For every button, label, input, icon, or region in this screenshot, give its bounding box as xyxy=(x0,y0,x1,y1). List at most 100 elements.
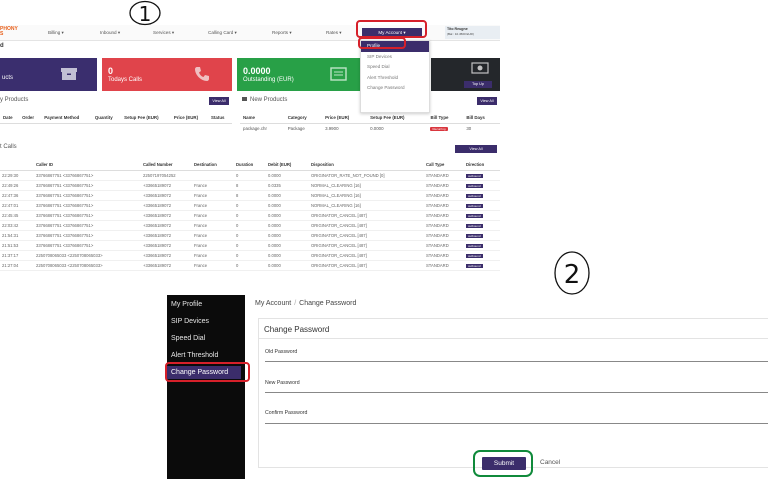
menu-alert-threshold[interactable]: Alert Threshold xyxy=(361,73,429,84)
table-header-row: Name Category Price (EUR) Setup Fee (EUR… xyxy=(240,112,500,124)
direction-badge: outbound xyxy=(466,193,483,198)
table-row[interactable]: 22:45:45 33766867751 <33766867751> +336651… xyxy=(0,210,500,221)
col-bill-days[interactable]: Bill Days xyxy=(463,112,500,124)
col-quantity[interactable]: Quantity xyxy=(91,112,122,124)
cell-time: 21:51:53 xyxy=(0,240,34,251)
cell-called-number: +33665189072 xyxy=(141,260,192,271)
nav-rates[interactable]: Rates ▾ xyxy=(326,30,342,36)
col-disposition[interactable]: Disposition xyxy=(309,160,424,171)
col-time[interactable] xyxy=(0,160,34,171)
cell-caller-id: 33766867751 <33766867751> xyxy=(34,210,141,221)
confirm-password-input[interactable] xyxy=(265,423,768,424)
table-row[interactable]: 22:47:36 33766867751 <33766867751> +336651… xyxy=(0,190,500,201)
col-date[interactable]: Date xyxy=(0,112,20,124)
table-row[interactable]: package.chr Package 3.9900 0.0000 Recurr… xyxy=(240,123,500,134)
top-up-button[interactable]: Top Up xyxy=(464,81,492,88)
table-header-row: Date Order Payment Method Quantity Setup… xyxy=(0,112,232,124)
nav-billing[interactable]: Billing ▾ xyxy=(48,30,64,36)
table-row[interactable]: 21:37:17 2250708065033 <2250708065033> +33… xyxy=(0,250,500,261)
table-row[interactable]: 21:54:31 33766867751 <33766867751> +336651… xyxy=(0,230,500,241)
col-destination[interactable]: Destination xyxy=(192,160,234,171)
col-called-number[interactable]: Called Number xyxy=(141,160,192,171)
tile-top-up[interactable]: Top Up xyxy=(431,58,500,91)
new-password-input[interactable] xyxy=(265,392,768,393)
cell-direction: outbound xyxy=(464,230,500,241)
recent-calls-title: t Calls xyxy=(0,144,17,150)
nav-services[interactable]: Services ▾ xyxy=(153,30,174,36)
page-heading: d xyxy=(0,43,4,49)
cell-disposition: NORMAL_CLEARING [16] xyxy=(309,200,424,211)
nav-reports[interactable]: Reports ▾ xyxy=(272,30,292,36)
breadcrumb-my-account[interactable]: My Account xyxy=(255,300,291,307)
cell-disposition: ORIGINATOR_RATE_NOT_FOUND [0] xyxy=(309,170,424,181)
table-header-row: Caller ID Called Number Destination Dura… xyxy=(0,160,500,171)
my-products-view-all[interactable]: View All xyxy=(209,97,229,105)
cell-time: 21:37:17 xyxy=(0,250,34,261)
tile-products-label: ucts xyxy=(2,75,14,81)
recent-calls-view-all[interactable]: View All xyxy=(455,145,497,153)
tile-todays-calls[interactable]: 0 Todays Calls xyxy=(102,58,232,91)
cell-duration: 8 xyxy=(234,190,266,201)
cancel-button[interactable]: Cancel xyxy=(540,459,560,466)
cell-disposition: ORIGINATOR_CANCEL [487] xyxy=(309,240,424,251)
col-direction[interactable]: Direction xyxy=(464,160,500,171)
sidebar-item-change-password[interactable]: Change Password xyxy=(167,366,241,379)
menu-sip-devices[interactable]: SIP Devices xyxy=(361,52,429,63)
table-row[interactable]: 21:27:04 2250708065033 <2250708065033> +33… xyxy=(0,260,500,271)
cell-direction: outbound xyxy=(464,170,500,181)
cell-disposition: ORIGINATOR_CANCEL [487] xyxy=(309,220,424,231)
tile-outstanding[interactable]: 0.0000 Outstanding (EUR) xyxy=(237,58,360,91)
col-debit[interactable]: Debit (EUR) xyxy=(266,160,309,171)
col-price[interactable]: Price (EUR) xyxy=(322,112,368,124)
menu-speed-dial[interactable]: Speed Dial xyxy=(361,62,429,73)
new-products-view-all[interactable]: View All xyxy=(477,97,497,105)
table-row[interactable]: 22:03:42 33766867751 <33766867751> +336651… xyxy=(0,220,500,231)
sidebar-item-my-profile[interactable]: My Profile xyxy=(171,298,245,311)
submit-button[interactable]: Submit xyxy=(482,457,526,470)
old-password-input[interactable] xyxy=(265,361,768,362)
table-row[interactable]: 22:47:01 33766867751 <33766867751> +336651… xyxy=(0,200,500,211)
menu-change-password[interactable]: Change Password xyxy=(361,83,429,94)
direction-badge: outbound xyxy=(466,183,483,188)
cell-time: 22:47:36 xyxy=(0,190,34,201)
sidebar-item-speed-dial[interactable]: Speed Dial xyxy=(171,332,245,345)
nav-calling-card[interactable]: Calling Card ▾ xyxy=(208,30,237,36)
col-status[interactable]: Status xyxy=(208,112,232,124)
col-category[interactable]: Category xyxy=(284,112,323,124)
col-payment-method[interactable]: Payment Method xyxy=(41,112,92,124)
cell-price: 3.9900 xyxy=(325,126,339,132)
cell-destination: France xyxy=(192,260,234,271)
cell-call-type: STANDARD xyxy=(424,180,464,191)
cell-time: 22:03:42 xyxy=(0,220,34,231)
sidebar-item-alert-threshold[interactable]: Alert Threshold xyxy=(171,349,245,362)
new-products-table: Name Category Price (EUR) Setup Fee (EUR… xyxy=(240,112,500,134)
direction-badge: outbound xyxy=(466,233,483,238)
direction-badge: outbound xyxy=(466,263,483,268)
cell-called-number: 22507197054252 xyxy=(141,170,192,181)
cell-call-type: STANDARD xyxy=(424,260,464,271)
col-call-type[interactable]: Call Type xyxy=(424,160,464,171)
cell-caller-id: 33766867751 <33766867751> xyxy=(34,230,141,241)
col-duration[interactable]: Duration xyxy=(234,160,266,171)
table-row[interactable]: 22:49:26 33766867751 <33766867751> +336651… xyxy=(0,180,500,191)
col-setup-fee[interactable]: Setup Fee (EUR) xyxy=(121,112,171,124)
menu-profile[interactable]: Profile xyxy=(361,41,429,52)
brand-logo[interactable]: PHONY S xyxy=(0,27,24,37)
nav-inbound[interactable]: Inbound ▾ xyxy=(100,30,120,36)
account-sidebar: My Profile SIP Devices Speed Dial Alert … xyxy=(167,295,245,479)
user-balance-box[interactable]: Tito Reugne (Bal : 10.4500 EUR) xyxy=(445,26,500,39)
cell-duration: 0 xyxy=(234,240,266,251)
col-bill-type[interactable]: Bill Type xyxy=(427,112,464,124)
recurring-badge: Recurring xyxy=(430,127,448,132)
col-caller-id[interactable]: Caller ID xyxy=(34,160,141,171)
table-row[interactable]: 21:51:53 33766867751 <33766867751> +336651… xyxy=(0,240,500,251)
col-setup-fee[interactable]: Setup Fee (EUR) xyxy=(367,112,428,124)
col-price[interactable]: Price (EUR) xyxy=(170,112,209,124)
sidebar-item-sip-devices[interactable]: SIP Devices xyxy=(171,315,245,328)
my-products-title: y Products xyxy=(0,97,29,103)
table-row[interactable]: 22:29:30 33766867751 <33766867751> 2250719… xyxy=(0,170,500,181)
col-order[interactable]: Order xyxy=(19,112,42,124)
col-name[interactable]: Name xyxy=(240,112,285,124)
nav-my-account[interactable]: My Account ▾ xyxy=(362,28,422,38)
tile-products[interactable]: ucts xyxy=(0,58,97,91)
